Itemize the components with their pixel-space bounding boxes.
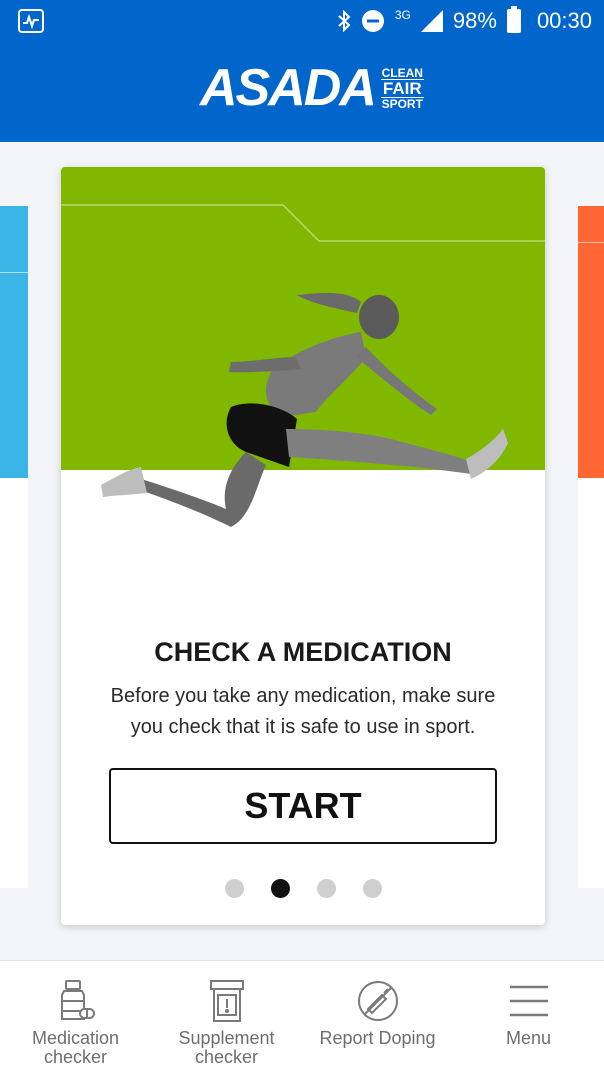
card-description: Before you take any medication, make sur… — [110, 685, 496, 738]
clock: 00:30 — [536, 8, 592, 33]
start-button[interactable]: START — [109, 768, 497, 844]
bluetooth-icon — [338, 10, 351, 32]
card-title: CHECK A MEDICATION — [154, 637, 452, 667]
pagination-dot[interactable] — [362, 879, 382, 898]
supplement-container-icon — [205, 979, 249, 1023]
hurdler-athlete-image — [61, 204, 545, 527]
pagination-dot[interactable] — [316, 879, 336, 898]
carousel-pagination — [61, 879, 545, 898]
next-card-color-band — [578, 206, 604, 478]
nav-menu[interactable]: Menu — [453, 961, 604, 1077]
nav-report-doping[interactable]: Report Doping — [302, 961, 453, 1077]
battery-percent: 98% — [452, 8, 497, 33]
status-right: 3G 98% 00:30 — [337, 6, 592, 36]
nav-medication-checker[interactable]: Medication checker — [0, 961, 151, 1077]
feature-card[interactable]: CHECK A MEDICATION Before you take any m… — [61, 167, 545, 925]
logo-badge-line: CLEAN — [381, 65, 423, 80]
previous-card-peek[interactable] — [0, 206, 28, 888]
asada-logo: ASADA CLEAN FAIR SPORT — [200, 59, 424, 117]
battery-icon — [506, 6, 521, 33]
bottom-navigation: Medication checker Supplement checker Re… — [0, 960, 604, 1077]
signal-icon — [420, 10, 443, 32]
nav-supplement-checker[interactable]: Supplement checker — [151, 961, 302, 1077]
logo-badge-line: FAIR — [380, 78, 424, 98]
nav-label: Supplement checker — [178, 1028, 275, 1067]
pagination-dot[interactable] — [224, 879, 244, 898]
nav-label: Report Doping — [319, 1028, 436, 1048]
status-bar: 3G 98% 00:30 — [0, 0, 604, 44]
logo-wordmark: ASADA — [200, 59, 377, 117]
previous-card-color-band — [0, 206, 28, 478]
logo-badge-line: SPORT — [381, 96, 423, 111]
do-not-disturb-icon — [361, 10, 384, 32]
network-type: 3G — [394, 8, 411, 22]
app-header: 3G 98% 00:30 ASADA CLEAN FAIR SPORT — [0, 0, 604, 142]
logo-badge: CLEAN FAIR SPORT — [380, 65, 424, 111]
activity-icon — [18, 9, 44, 33]
hamburger-menu-icon — [507, 979, 551, 1023]
medication-bottle-icon — [54, 979, 98, 1023]
nav-label: Menu — [505, 1028, 552, 1048]
report-doping-icon — [356, 979, 400, 1023]
pagination-dot-active[interactable] — [270, 879, 290, 898]
next-card-peek[interactable] — [578, 206, 604, 888]
nav-label: Medication checker — [31, 1028, 120, 1067]
